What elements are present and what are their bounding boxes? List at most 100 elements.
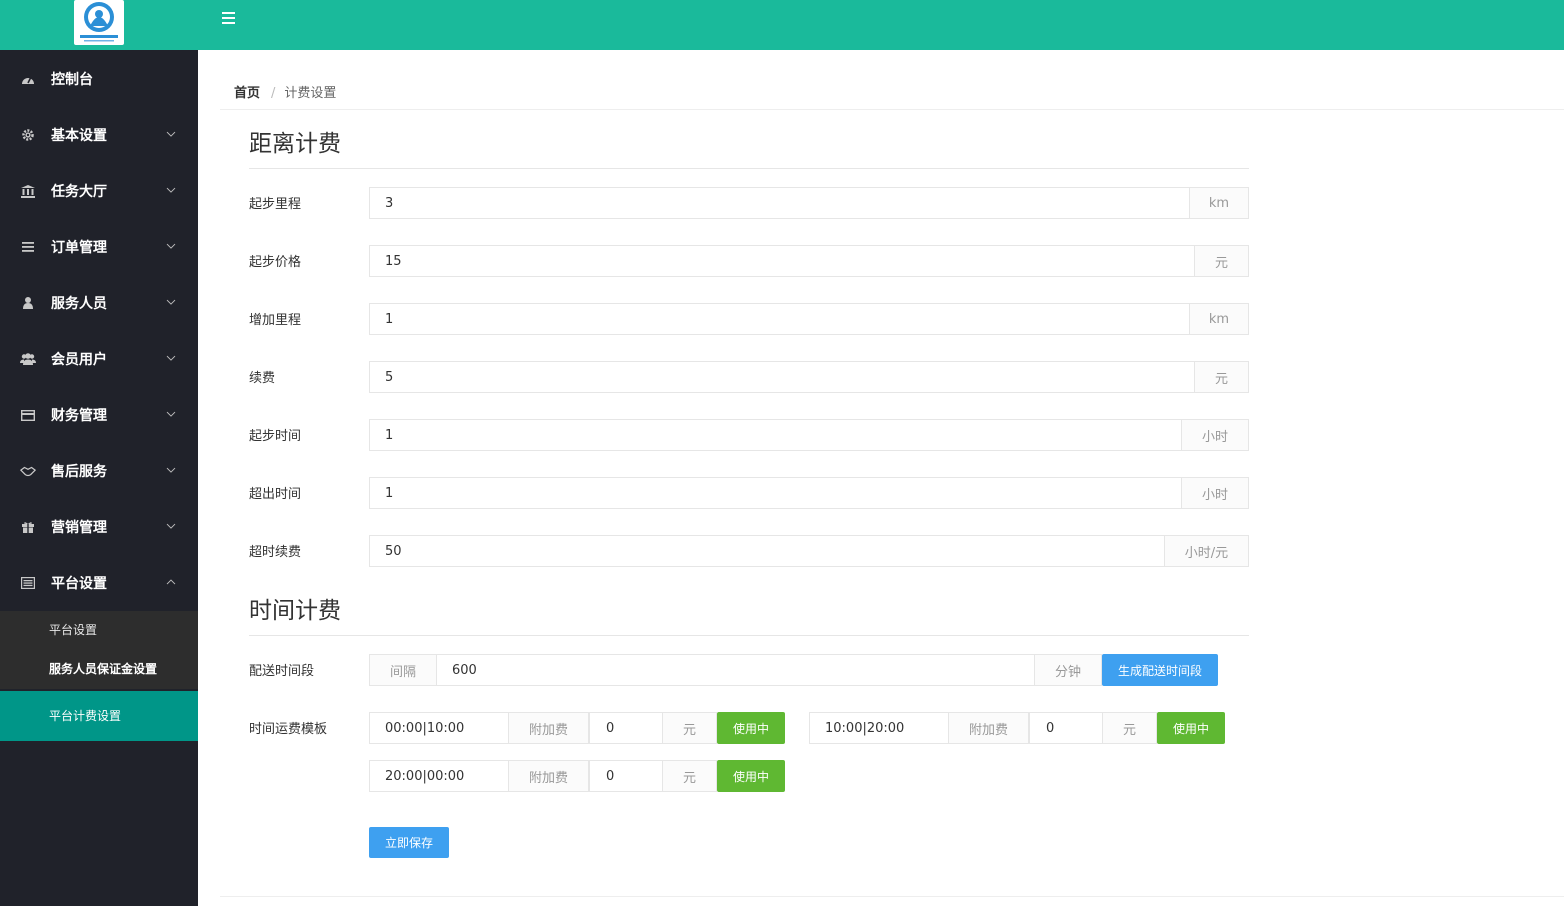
section-divider	[249, 168, 1249, 169]
section-title-distance: 距离计费	[249, 131, 341, 157]
template-time-range-input[interactable]: 00:00|10:00	[369, 712, 509, 744]
overtime-fee-group: 50 小时/元	[369, 535, 1249, 567]
unit-addon: 元	[1194, 361, 1249, 393]
nav-item-basic-settings[interactable]: 基本设置	[0, 107, 198, 163]
in-use-button[interactable]: 使用中	[1157, 712, 1225, 744]
chevron-down-icon	[166, 405, 176, 421]
field-label-delivery-period: 配送时间段	[249, 664, 315, 679]
sidebar: 控制台 基本设置 任务大厅 订单管理 服务人员 会员用户 财务管理 售后服务 营…	[0, 0, 198, 906]
unit-addon: 小时	[1181, 477, 1249, 509]
overtime-group: 1 小时	[369, 477, 1249, 509]
unit-addon: 元	[1194, 245, 1249, 277]
in-use-button[interactable]: 使用中	[717, 712, 785, 744]
field-label-start-distance: 起步里程	[249, 197, 302, 212]
bank-icon	[20, 183, 36, 199]
template-time-range-input[interactable]: 20:00|00:00	[369, 760, 509, 792]
nav-item-dashboard[interactable]: 控制台	[0, 51, 198, 107]
nav-item-task-hall[interactable]: 任务大厅	[0, 163, 198, 219]
overtime-fee-input[interactable]: 50	[369, 535, 1164, 567]
chevron-down-icon	[166, 125, 176, 141]
section-divider	[249, 635, 1249, 636]
chevron-down-icon	[166, 181, 176, 197]
overtime-input[interactable]: 1	[369, 477, 1181, 509]
gift-icon	[20, 519, 36, 535]
credit-card-icon	[20, 407, 36, 423]
interval-input[interactable]: 600	[436, 654, 1035, 686]
field-label-renewal-fee: 续费	[249, 371, 276, 386]
nav-item-service-staff[interactable]: 服务人员	[0, 275, 198, 331]
generate-time-slots-button[interactable]: 生成配送时间段	[1102, 654, 1218, 686]
field-label-time-template: 时间运费模板	[249, 722, 328, 737]
nav-label: 会员用户	[51, 352, 107, 368]
start-time-input[interactable]: 1	[369, 419, 1181, 451]
chevron-down-icon	[166, 349, 176, 365]
nav-label: 服务人员	[51, 296, 107, 312]
logo	[74, 0, 124, 45]
template-time-range-input[interactable]: 10:00|20:00	[809, 712, 949, 744]
nav-item-finance[interactable]: 财务管理	[0, 387, 198, 443]
start-price-group: 15 元	[369, 245, 1249, 277]
unit-addon: km	[1189, 303, 1249, 335]
breadcrumb-home[interactable]: 首页	[234, 86, 260, 101]
nav-label: 控制台	[51, 72, 93, 88]
nav-item-platform-settings[interactable]: 平台设置	[0, 555, 198, 611]
nav-label: 售后服务	[51, 464, 107, 480]
extra-distance-group: 1 km	[369, 303, 1249, 335]
surcharge-unit: 元	[662, 712, 717, 744]
user-icon	[20, 295, 36, 311]
subnav-staff-deposit-settings[interactable]: 服务人员保证金设置	[0, 650, 198, 689]
start-time-group: 1 小时	[369, 419, 1249, 451]
logo-area	[0, 0, 198, 50]
nav-label: 订单管理	[51, 240, 107, 256]
nav-item-after-sales[interactable]: 售后服务	[0, 443, 198, 499]
nav-label: 任务大厅	[51, 184, 107, 200]
start-distance-input[interactable]: 3	[369, 187, 1189, 219]
footer-divider	[220, 896, 1564, 897]
breadcrumb: 首页 / 计费设置	[234, 82, 336, 101]
nav-label: 营销管理	[51, 520, 107, 536]
main-content: 首页 / 计费设置 距离计费 起步里程 3 km 起步价格 15 元 增加里程 1 …	[198, 50, 1564, 906]
surcharge-label: 附加费	[948, 712, 1029, 744]
handshake-icon	[20, 463, 36, 479]
renewal-fee-group: 5 元	[369, 361, 1249, 393]
field-label-extra-distance: 增加里程	[249, 313, 302, 328]
nav-item-member-users[interactable]: 会员用户	[0, 331, 198, 387]
surcharge-label: 附加费	[508, 760, 589, 792]
extra-distance-input[interactable]: 1	[369, 303, 1189, 335]
menu-toggle-icon[interactable]	[222, 12, 238, 26]
platform-submenu: 平台设置 服务人员保证金设置	[0, 611, 198, 689]
unit-addon: km	[1189, 187, 1249, 219]
field-label-start-price: 起步价格	[249, 255, 302, 270]
unit-addon: 小时	[1181, 419, 1249, 451]
chevron-down-icon	[166, 237, 176, 253]
nav-item-order-management[interactable]: 订单管理	[0, 219, 198, 275]
start-price-input[interactable]: 15	[369, 245, 1194, 277]
renewal-fee-input[interactable]: 5	[369, 361, 1194, 393]
nav-label: 平台设置	[51, 576, 107, 592]
surcharge-label: 附加费	[508, 712, 589, 744]
chevron-up-icon	[166, 573, 176, 589]
chevron-down-icon	[166, 461, 176, 477]
field-label-overtime: 超出时间	[249, 487, 302, 502]
top-header	[198, 0, 1564, 50]
save-button[interactable]: 立即保存	[369, 827, 449, 858]
subnav-platform-settings[interactable]: 平台设置	[0, 611, 198, 650]
chevron-down-icon	[166, 517, 176, 533]
surcharge-input[interactable]: 0	[589, 760, 663, 792]
interval-label: 间隔	[369, 654, 437, 686]
chevron-down-icon	[166, 293, 176, 309]
breadcrumb-separator: /	[271, 86, 276, 101]
nav-label: 财务管理	[51, 408, 107, 424]
section-title-time: 时间计费	[249, 598, 341, 624]
start-distance-group: 3 km	[369, 187, 1249, 219]
subnav-platform-billing-settings[interactable]: 平台计费设置	[0, 691, 198, 741]
in-use-button[interactable]: 使用中	[717, 760, 785, 792]
nav-item-marketing[interactable]: 营销管理	[0, 499, 198, 555]
unit-addon: 小时/元	[1164, 535, 1249, 567]
surcharge-input[interactable]: 0	[589, 712, 663, 744]
gear-icon	[20, 127, 36, 143]
surcharge-input[interactable]: 0	[1029, 712, 1103, 744]
breadcrumb-divider	[220, 109, 1564, 110]
list-icon	[20, 239, 36, 255]
field-label-start-time: 起步时间	[249, 429, 302, 444]
